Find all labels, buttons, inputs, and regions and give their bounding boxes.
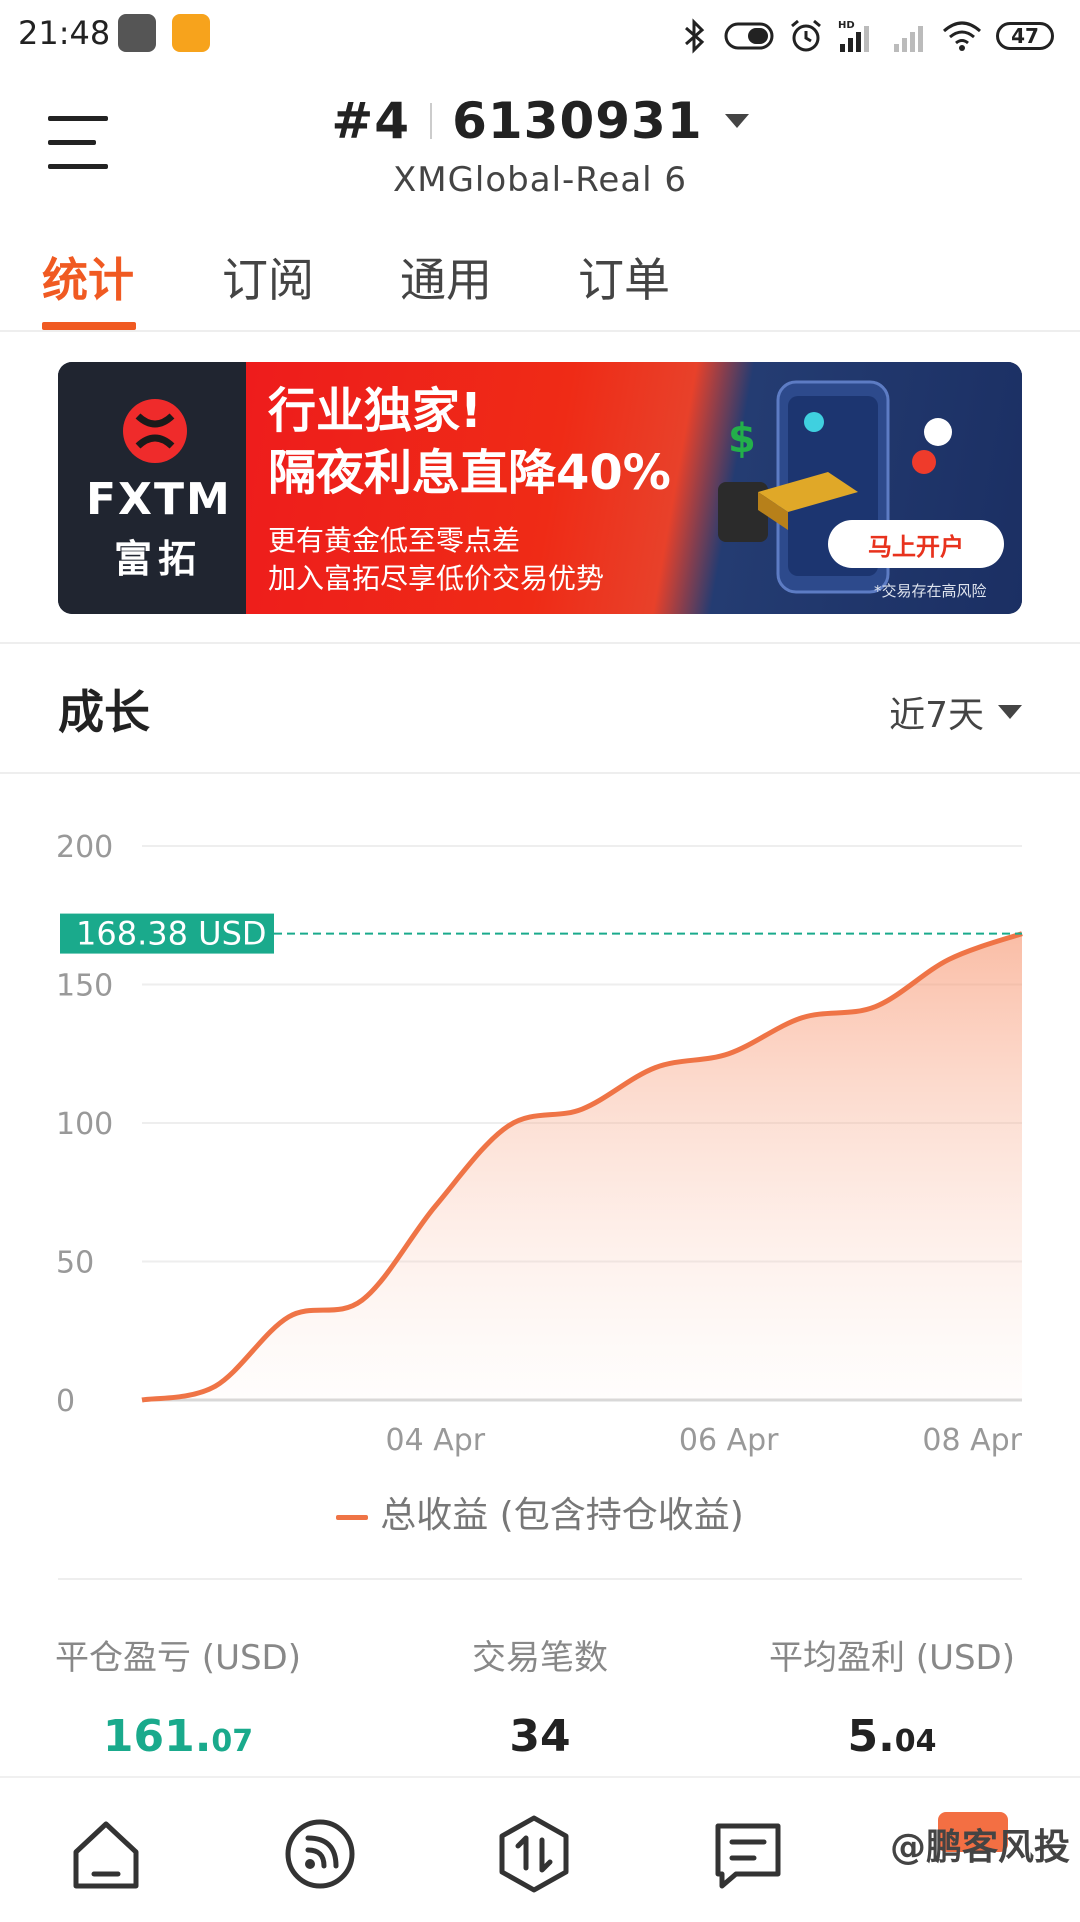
account-server: XMGlobal-Real 6 (392, 160, 688, 200)
y-tick-label: 150 (56, 969, 113, 1004)
account-prefix: #4 (331, 92, 411, 150)
banner-sub-line1: 更有黄金低至零点差 (268, 524, 521, 557)
stat-closed-pl-value: 161.07 (8, 1711, 348, 1762)
x-tick-label: 06 Apr (679, 1423, 779, 1458)
tab-general[interactable]: 通用 (400, 244, 492, 310)
notification-taobao-icon (172, 14, 210, 52)
stat-closed-pl-dec: 07 (211, 1724, 254, 1759)
x-tick-label: 04 Apr (386, 1423, 486, 1458)
trade-icon[interactable] (492, 1812, 576, 1896)
legend-label: 总收益 (包含持仓收益) (380, 1495, 744, 1536)
open-account-button[interactable]: 马上开户 (828, 520, 1004, 568)
y-tick-label: 100 (56, 1107, 113, 1142)
chart-legend: 总收益 (包含持仓收益) (0, 1486, 1080, 1538)
banner-headline-line2: 隔夜利息直降40% (268, 445, 671, 501)
watermark-text: @鹏客风投 (889, 1827, 1070, 1868)
tab-subscribe[interactable]: 订阅 (222, 244, 314, 310)
messages-icon[interactable] (706, 1812, 790, 1896)
chevron-down-icon[interactable] (724, 114, 749, 128)
banner-brand-cn: 富拓 (114, 537, 203, 581)
y-tick-label: 0 (56, 1384, 75, 1419)
stat-avg-profit-dec: 04 (894, 1724, 937, 1759)
svg-text:HD: HD (838, 20, 855, 31)
battery-icon: 47 (996, 22, 1054, 50)
stat-closed-pl-label: 平仓盈亏 (USD) (55, 1638, 301, 1678)
wifi-icon (943, 21, 981, 51)
y-tick-label: 200 (56, 830, 113, 865)
hd-signal-icon: HD (838, 20, 869, 52)
range-selector[interactable]: 近7天 (889, 686, 1022, 738)
stat-closed-pl: 平仓盈亏 (USD) 161.07 (8, 1630, 348, 1762)
home-icon[interactable] (64, 1812, 148, 1896)
chevron-down-icon (998, 705, 1022, 719)
signal-icon (894, 26, 923, 52)
current-value-label: 168.38 USD (76, 915, 267, 953)
account-number: 6130931 (452, 92, 703, 150)
banner-logo-panel: FXTM 富拓 (58, 362, 246, 614)
tab-orders[interactable]: 订单 (578, 244, 670, 310)
growth-title: 成长 (58, 685, 150, 739)
banner-risk-note: *交易存在高风险 (874, 582, 987, 600)
tab-bar: 统计 订阅 通用 订单 (0, 236, 1080, 332)
section-divider (0, 642, 1080, 644)
stat-avg-profit-label: 平均盈利 (USD) (769, 1638, 1015, 1678)
notification-app-icon (118, 14, 156, 52)
stat-trades: 交易笔数 34 (370, 1630, 710, 1762)
banner-sub-line2: 加入富拓尽享低价交易优势 (268, 562, 605, 595)
banner-headline: 行业独家! 隔夜利息直降40% (268, 380, 671, 504)
legend-swatch (336, 1514, 369, 1520)
stat-avg-profit-value: 5.04 (722, 1711, 1062, 1762)
stat-avg-profit-int: 5. (847, 1711, 895, 1762)
fxtm-logo-icon (123, 399, 187, 463)
growth-chart[interactable]: 0 50 100 150 200 04 Apr 06 Apr 08 Apr 168.38 U… (0, 780, 1080, 1460)
alarm-icon (791, 19, 821, 52)
stat-avg-profit: 平均盈利 (USD) 5.04 (722, 1630, 1062, 1762)
stat-trades-label: 交易笔数 (472, 1638, 608, 1678)
status-time: 21:48 (18, 14, 111, 52)
section-divider (58, 1578, 1022, 1580)
banner-subtext: 更有黄金低至零点差 加入富拓尽享低价交易优势 (268, 522, 604, 598)
active-tab-indicator (42, 322, 136, 330)
signal-feed-icon[interactable] (278, 1812, 362, 1896)
section-divider (0, 772, 1080, 774)
stat-closed-pl-int: 161. (102, 1711, 212, 1762)
account-separator (430, 103, 433, 139)
banner-phone-illustration: $ (718, 380, 952, 594)
status-bar: 21:48 HD 47 (0, 0, 1080, 72)
y-tick-label: 50 (56, 1246, 94, 1281)
bluetooth-icon (685, 18, 705, 54)
banner-brand-en: FXTM (86, 474, 232, 525)
x-tick-label: 08 Apr (922, 1423, 1022, 1458)
svg-text:$: $ (728, 416, 756, 462)
banner-headline-line1: 行业独家! (268, 383, 482, 439)
promo-banner[interactable]: FXTM 富拓 $ 行业独家! 隔夜利息直降40% 更有黄金低至零点差 加入富拓… (58, 362, 1022, 614)
range-label: 近7天 (889, 695, 984, 736)
tab-stats[interactable]: 统计 (42, 244, 134, 310)
toggle-icon (724, 22, 774, 50)
account-header[interactable]: #4 6130931 XMGlobal-Real 6 (0, 92, 1080, 200)
stat-trades-value: 34 (509, 1711, 571, 1762)
